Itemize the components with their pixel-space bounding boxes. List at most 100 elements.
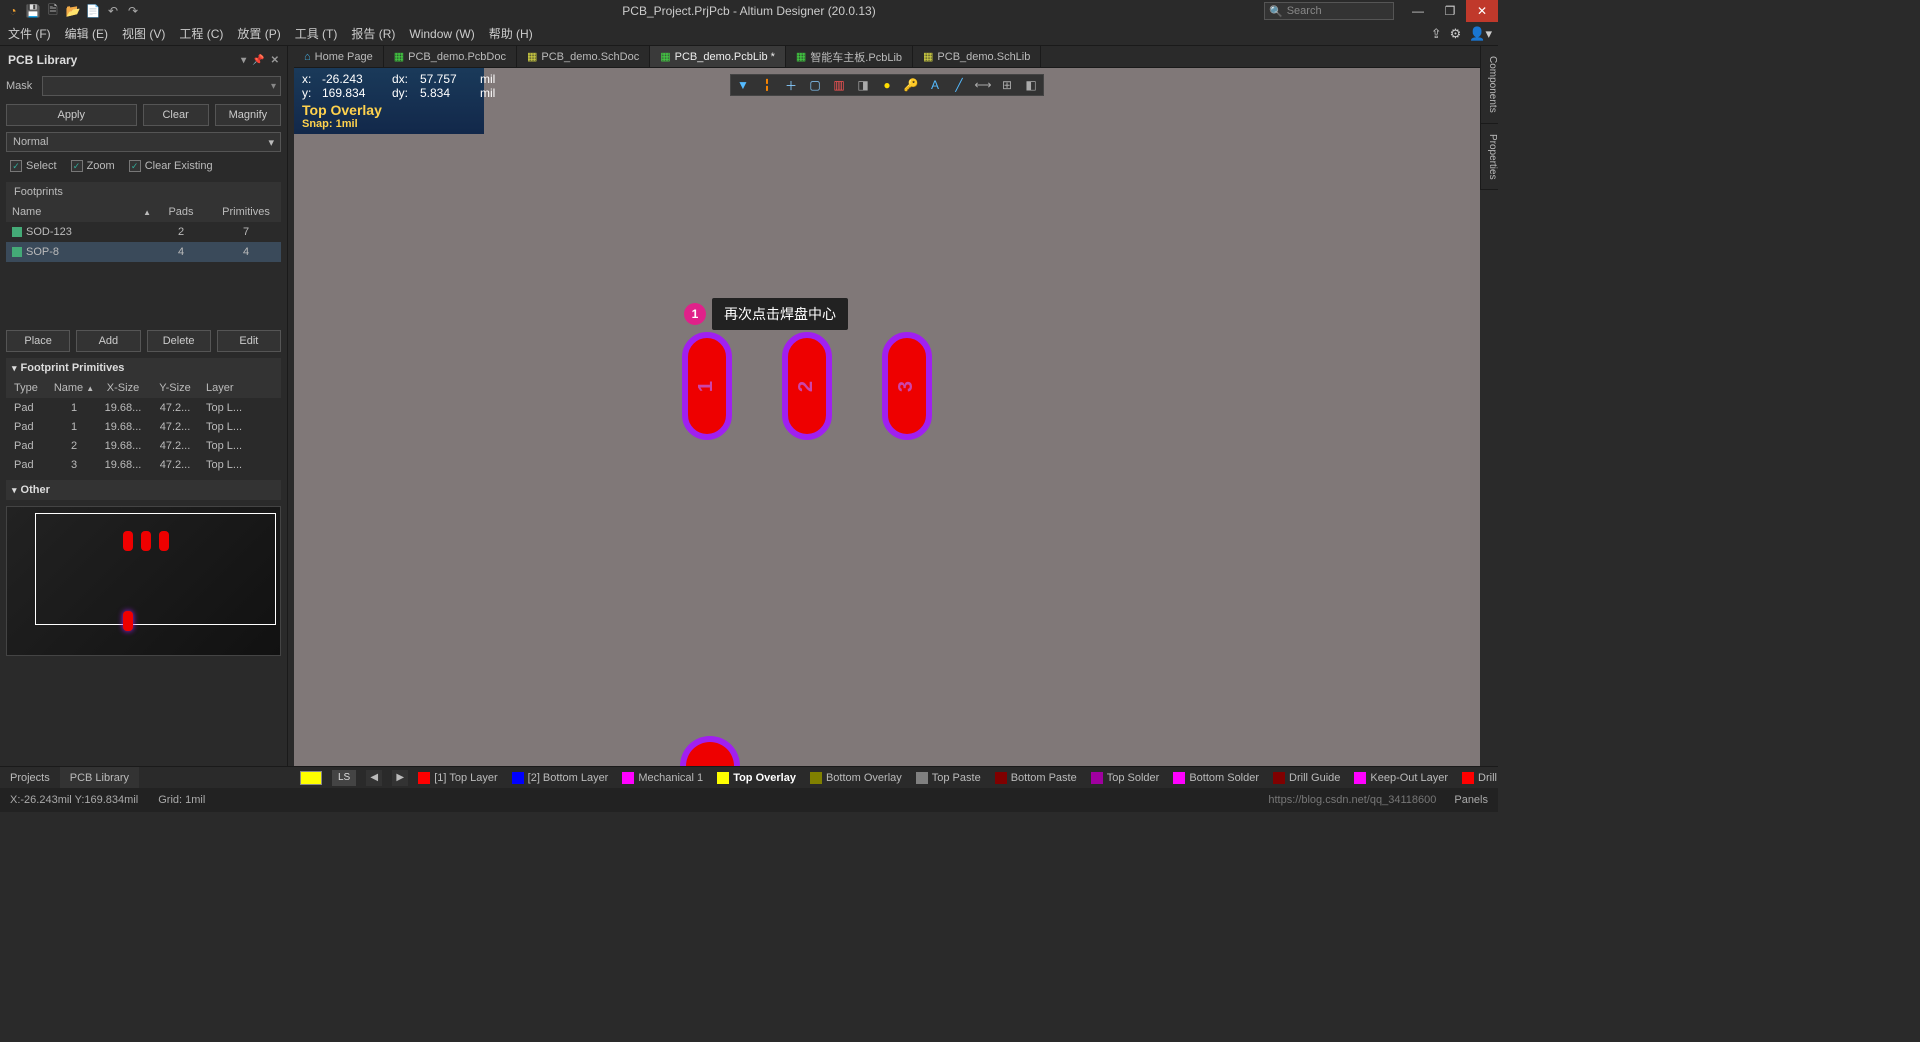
- menu-project[interactable]: 工程 (C): [179, 25, 223, 42]
- delete-button[interactable]: Delete: [147, 330, 211, 352]
- menu-view[interactable]: 视图 (V): [122, 25, 165, 42]
- redo-icon[interactable]: ↷: [124, 2, 142, 20]
- pad-3[interactable]: 3: [882, 332, 932, 440]
- edit-button[interactable]: Edit: [217, 330, 281, 352]
- layer-set-swatch[interactable]: [300, 771, 322, 785]
- footprint-row[interactable]: SOD-123 2 7: [6, 222, 281, 242]
- col-prims[interactable]: Primitives: [211, 206, 281, 218]
- sidetab-properties[interactable]: Properties: [1480, 124, 1498, 191]
- panels-button[interactable]: Panels: [1454, 794, 1488, 806]
- tab-schlib[interactable]: ▦PCB_demo.SchLib: [913, 46, 1041, 67]
- mode-dropdown[interactable]: Normal▾: [6, 132, 281, 152]
- panel-close-icon[interactable]: ✕: [271, 55, 279, 66]
- layer-set-button[interactable]: LS: [332, 770, 356, 786]
- search-input[interactable]: 🔍 Search: [1264, 2, 1394, 20]
- col-name[interactable]: Name▲: [6, 206, 151, 218]
- menu-tools[interactable]: 工具 (T): [295, 25, 338, 42]
- layer-tab[interactable]: [1] Top Layer: [418, 772, 497, 784]
- primitives-header[interactable]: Footprint Primitives: [6, 358, 281, 378]
- key-icon[interactable]: 🔑: [903, 77, 919, 93]
- clear-existing-checkbox[interactable]: ✓Clear Existing: [129, 160, 213, 172]
- track-icon[interactable]: ╏: [759, 77, 775, 93]
- layer-tab[interactable]: Keep-Out Layer: [1354, 772, 1448, 784]
- tab-schdoc[interactable]: ▦PCB_demo.SchDoc: [517, 46, 650, 67]
- open-folder-icon[interactable]: 📂: [64, 2, 82, 20]
- zoom-checkbox[interactable]: ✓Zoom: [71, 160, 115, 172]
- menu-place[interactable]: 放置 (P): [237, 25, 280, 42]
- projects-tab[interactable]: Projects: [0, 767, 60, 788]
- maximize-button[interactable]: ❐: [1434, 0, 1466, 22]
- layer-tab[interactable]: [2] Bottom Layer: [512, 772, 609, 784]
- layer-tab[interactable]: Drill: [1462, 772, 1497, 784]
- save-icon[interactable]: 💾: [24, 2, 42, 20]
- tab-pcbdoc[interactable]: ▦PCB_demo.PcbDoc: [384, 46, 517, 67]
- next-layer-icon[interactable]: ▶: [392, 770, 408, 786]
- layer-tab[interactable]: Top Overlay: [717, 772, 796, 784]
- tab-smartcar[interactable]: ▦智能车主板.PcbLib: [786, 46, 913, 67]
- rect-icon[interactable]: ▢: [807, 77, 823, 93]
- col-pads[interactable]: Pads: [151, 206, 211, 218]
- dimension-icon[interactable]: ⟷: [975, 77, 991, 93]
- layer-tab[interactable]: Top Solder: [1091, 772, 1160, 784]
- tab-home[interactable]: ⌂Home Page: [294, 46, 384, 67]
- layer-swatch: [622, 772, 634, 784]
- plus-icon[interactable]: ＋: [783, 77, 799, 93]
- layer-label: Drill: [1478, 772, 1497, 784]
- layer-tab[interactable]: Top Paste: [916, 772, 981, 784]
- account-icon[interactable]: 👤▾: [1469, 26, 1492, 42]
- layer-tab[interactable]: Bottom Solder: [1173, 772, 1259, 784]
- sidetab-components[interactable]: Components: [1480, 46, 1498, 124]
- search-icon: 🔍: [1269, 5, 1283, 18]
- close-button[interactable]: ✕: [1466, 0, 1498, 22]
- menu-bar: 文件 (F) 编辑 (E) 视图 (V) 工程 (C) 放置 (P) 工具 (T…: [0, 22, 1498, 46]
- menu-file[interactable]: 文件 (F): [8, 25, 51, 42]
- primitive-row[interactable]: Pad119.68...47.2...Top L...: [6, 417, 281, 436]
- place-button[interactable]: Place: [6, 330, 70, 352]
- panel-pin-icon[interactable]: 📌: [252, 55, 264, 66]
- hole-icon[interactable]: ●: [879, 77, 895, 93]
- pcb-library-tab[interactable]: PCB Library: [60, 767, 139, 788]
- magnify-button[interactable]: Magnify: [215, 104, 281, 126]
- layer-tab[interactable]: Bottom Paste: [995, 772, 1077, 784]
- add-button[interactable]: Add: [76, 330, 140, 352]
- layer-tab[interactable]: Mechanical 1: [622, 772, 703, 784]
- minimize-button[interactable]: —: [1402, 0, 1434, 22]
- app-icon: ◔: [4, 2, 22, 20]
- menu-window[interactable]: Window (W): [409, 27, 474, 41]
- pad-1[interactable]: 1: [682, 332, 732, 440]
- mask-dropdown[interactable]: ▾: [42, 76, 281, 96]
- prev-layer-icon[interactable]: ◀: [366, 770, 382, 786]
- apply-button[interactable]: Apply: [6, 104, 137, 126]
- text-icon[interactable]: A: [927, 77, 943, 93]
- menu-help[interactable]: 帮助 (H): [489, 25, 533, 42]
- pad-2[interactable]: 2: [782, 332, 832, 440]
- menu-report[interactable]: 报告 (R): [351, 25, 395, 42]
- tab-pcblib[interactable]: ▦PCB_demo.PcbLib *: [650, 46, 786, 67]
- primitive-row[interactable]: Pad219.68...47.2...Top L...: [6, 436, 281, 455]
- panel-dropdown-icon[interactable]: ▾: [241, 55, 246, 66]
- other-header[interactable]: Other: [6, 480, 281, 500]
- select-checkbox[interactable]: ✓Select: [10, 160, 57, 172]
- filter-icon[interactable]: ▼: [735, 77, 751, 93]
- share-icon[interactable]: ⇪: [1431, 26, 1442, 42]
- layer-tab[interactable]: Bottom Overlay: [810, 772, 902, 784]
- bars-icon[interactable]: ▥: [831, 77, 847, 93]
- title-bar: ◔ 💾 🗎 📂 📄 ↶ ↷ PCB_Project.PrjPcb - Altiu…: [0, 0, 1498, 22]
- grid-icon[interactable]: ⊞: [999, 77, 1015, 93]
- status-coords: X:-26.243mil Y:169.834mil: [10, 794, 138, 806]
- origin-icon[interactable]: ◧: [1023, 77, 1039, 93]
- line-icon[interactable]: ╱: [951, 77, 967, 93]
- clear-button[interactable]: Clear: [143, 104, 209, 126]
- add-file-icon[interactable]: 📄: [84, 2, 102, 20]
- settings-icon[interactable]: ⚙: [1450, 26, 1462, 42]
- menu-edit[interactable]: 编辑 (E): [65, 25, 108, 42]
- primitive-row[interactable]: Pad319.68...47.2...Top L...: [6, 455, 281, 474]
- primitive-row[interactable]: Pad119.68...47.2...Top L...: [6, 398, 281, 417]
- layer-tab[interactable]: Drill Guide: [1273, 772, 1340, 784]
- erase-icon[interactable]: ◨: [855, 77, 871, 93]
- footprint-row[interactable]: SOP-8 4 4: [6, 242, 281, 262]
- pad-bottom[interactable]: [680, 736, 740, 766]
- save-all-icon[interactable]: 🗎: [44, 2, 62, 20]
- undo-icon[interactable]: ↶: [104, 2, 122, 20]
- pcb-canvas[interactable]: x: -26.243dx: 57.757mil y: 169.834dy: 5.…: [294, 68, 1480, 766]
